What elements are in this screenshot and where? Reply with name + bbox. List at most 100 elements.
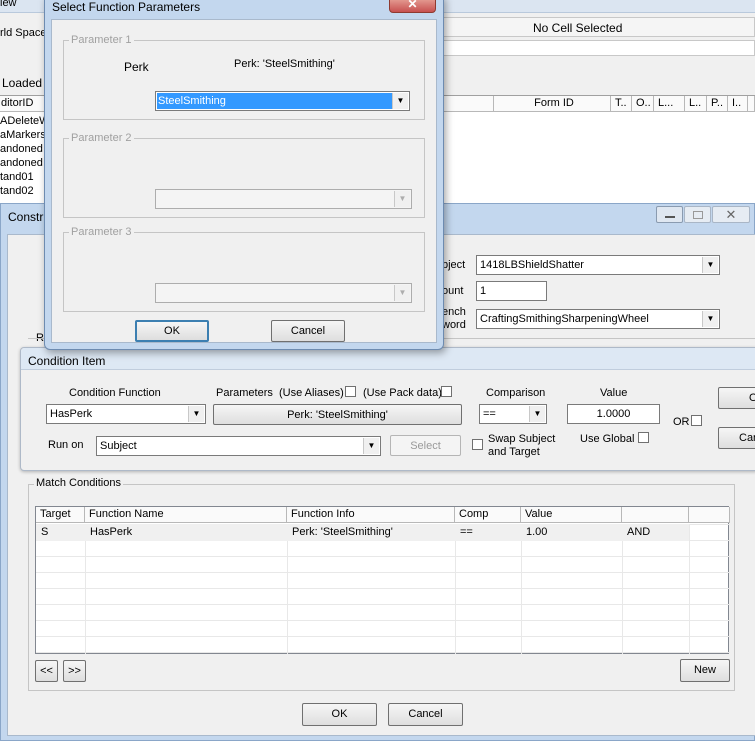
col-operator[interactable] — [622, 507, 689, 523]
parameter-1-type-label: Perk — [124, 60, 149, 74]
condition-cancel-button[interactable]: Car — [718, 427, 755, 449]
comparison-combo[interactable]: == ▼ — [479, 404, 547, 424]
select-params-title: Select Function Parameters — [52, 0, 201, 14]
match-conditions-title: Match Conditions — [34, 477, 123, 489]
count-label: ount — [442, 285, 464, 297]
list-item[interactable]: tand02 — [0, 185, 34, 197]
col-o[interactable]: O.. — [632, 96, 654, 112]
use-aliases-checkbox[interactable] — [345, 386, 356, 397]
no-cell-selected-label: No Cell Selected — [533, 21, 623, 35]
use-aliases-label: (Use Aliases) — [279, 387, 344, 399]
col-comp[interactable]: Comp — [455, 507, 521, 523]
select-button[interactable]: Select — [390, 435, 461, 456]
row-function-name: HasPerk — [90, 526, 133, 538]
condition-function-label: Condition Function — [69, 387, 161, 399]
row-value: 1.00 — [526, 526, 548, 538]
table-vline — [622, 524, 623, 654]
parameter-2-combo[interactable]: ▼ — [155, 189, 412, 209]
bench-keyword-combo[interactable]: CraftingSmithingSharpeningWheel ▼ — [476, 309, 720, 329]
table-row[interactable]: S HasPerk Perk: 'SteelSmithing' == 1.00 … — [36, 524, 689, 541]
col-function-info[interactable]: Function Info — [287, 507, 455, 523]
condition-function-combo[interactable]: HasPerk ▼ — [46, 404, 206, 424]
prev-button[interactable]: << — [35, 660, 58, 682]
use-global-checkbox[interactable] — [638, 432, 649, 443]
bench-label-line2: word — [442, 319, 466, 331]
col-filler — [689, 507, 730, 523]
parameter-1-label: Parameter 1 — [69, 34, 134, 46]
chevron-down-icon[interactable]: ▼ — [702, 311, 718, 327]
minimize-icon[interactable] — [656, 206, 683, 223]
world-space-label: rld Space — [0, 27, 47, 39]
conditions-table[interactable]: Target Function Name Function Info Comp … — [35, 506, 730, 654]
col-value[interactable]: Value — [521, 507, 622, 523]
window-close-icon[interactable]: ✕ — [712, 206, 750, 223]
parameter-1-combo-value: SteelSmithing — [158, 95, 226, 107]
table-vline — [455, 524, 456, 654]
chevron-down-icon[interactable]: ▼ — [363, 438, 379, 454]
chevron-down-icon[interactable]: ▼ — [702, 257, 718, 273]
col-l1[interactable]: L... — [654, 96, 685, 112]
row-target: S — [41, 526, 49, 538]
parameter-1-value-label: Perk: 'SteelSmithing' — [234, 58, 335, 70]
dialog-ok-button[interactable]: OK — [135, 320, 209, 342]
value-field[interactable]: 1.0000 — [567, 404, 660, 424]
col-p[interactable]: P.. — [707, 96, 728, 112]
col-formid-label: Form ID — [534, 97, 574, 109]
list-item[interactable]: tand01 — [0, 171, 34, 183]
menu-view-fragment[interactable]: iew — [0, 0, 17, 9]
new-button[interactable]: New — [680, 659, 730, 682]
use-global-label: Use Global — [580, 433, 635, 445]
chevron-down-icon[interactable]: ▼ — [529, 406, 545, 422]
condition-item-titlebar — [21, 348, 755, 370]
count-field[interactable]: 1 — [476, 281, 547, 301]
list-item[interactable]: andoned — [0, 143, 43, 155]
subject-combo-value: 1418LBShieldShatter — [480, 259, 584, 271]
col-target[interactable]: Target — [36, 507, 85, 523]
subject-label: bject — [442, 259, 466, 271]
swap-subject-label-line1: Swap Subject — [488, 433, 556, 445]
table-vline — [287, 524, 288, 654]
condition-function-value: HasPerk — [50, 408, 93, 420]
col-i[interactable]: I.. — [728, 96, 748, 112]
parameters-label: Parameters — [216, 387, 273, 399]
list-item[interactable]: aMarkers — [0, 129, 46, 141]
maximize-icon[interactable] — [684, 206, 711, 223]
col-formid[interactable]: Form ID — [494, 96, 611, 112]
subject-combo[interactable]: 1418LBShieldShatter ▼ — [476, 255, 720, 275]
use-pack-data-checkbox[interactable] — [441, 386, 452, 397]
use-pack-data-label: (Use Pack data) — [363, 387, 442, 399]
bench-label-line1: ench — [442, 306, 466, 318]
row-function-info: Perk: 'SteelSmithing' — [292, 526, 393, 538]
chevron-down-icon[interactable]: ▼ — [394, 191, 410, 207]
parameter-1-combo[interactable]: SteelSmithing ▼ — [155, 91, 410, 111]
or-label: OR — [673, 416, 690, 428]
parameter-3-label: Parameter 3 — [69, 226, 134, 238]
col-l2[interactable]: L.. — [685, 96, 707, 112]
chevron-down-icon[interactable]: ▼ — [188, 406, 204, 422]
parameters-button[interactable]: Perk: 'SteelSmithing' — [213, 404, 462, 425]
dialog-close-icon[interactable]: ✕ — [389, 0, 436, 13]
ok-button[interactable]: OK — [302, 703, 377, 726]
cancel-button[interactable]: Cancel — [388, 703, 463, 726]
run-on-combo[interactable]: Subject ▼ — [96, 436, 381, 456]
table-vline — [689, 524, 690, 654]
maximize-glyph — [693, 211, 703, 219]
chevron-down-icon[interactable]: ▼ — [394, 285, 410, 301]
comparison-label: Comparison — [486, 387, 546, 399]
dialog-cancel-button[interactable]: Cancel — [271, 320, 345, 342]
table-grid-lines — [36, 524, 730, 654]
col-end — [748, 96, 755, 112]
next-button[interactable]: >> — [63, 660, 86, 682]
swap-subject-checkbox[interactable] — [472, 439, 483, 450]
parameter-3-combo[interactable]: ▼ — [155, 283, 412, 303]
list-item[interactable]: ADeleteW — [0, 115, 50, 127]
parameter-2-label: Parameter 2 — [69, 132, 134, 144]
swap-subject-label-line2: and Target — [488, 446, 540, 458]
col-function-name[interactable]: Function Name — [85, 507, 287, 523]
condition-ok-button[interactable]: O — [718, 387, 755, 409]
or-checkbox[interactable] — [691, 415, 702, 426]
list-item[interactable]: andoned — [0, 157, 43, 169]
chevron-down-icon[interactable]: ▼ — [392, 93, 408, 109]
col-t[interactable]: T.. — [611, 96, 632, 112]
comparison-value: == — [483, 408, 496, 420]
